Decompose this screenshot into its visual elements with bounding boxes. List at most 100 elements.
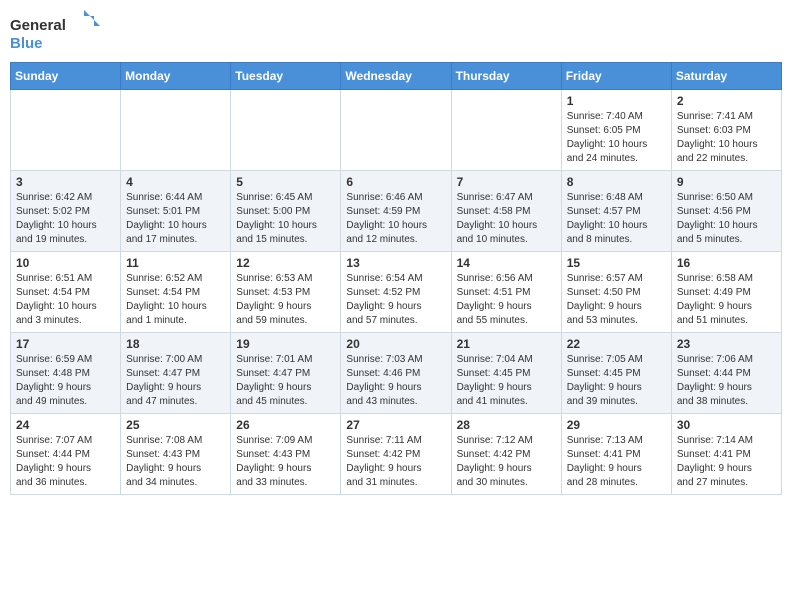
day-info: Sunrise: 7:11 AM Sunset: 4:42 PM Dayligh… — [346, 434, 445, 490]
calendar-week-row: 10 Sunrise: 6:51 AM Sunset: 4:54 PM Dayli… — [11, 252, 782, 333]
calendar-week-row: 3 Sunrise: 6:42 AM Sunset: 5:02 PM Daylig… — [11, 171, 782, 252]
day-info: Sunrise: 6:47 AM Sunset: 4:58 PM Dayligh… — [457, 191, 556, 247]
day-number: 13 — [346, 256, 445, 270]
svg-text:General: General — [10, 17, 66, 34]
day-info: Sunrise: 6:51 AM Sunset: 4:54 PM Dayligh… — [16, 272, 115, 328]
day-number: 3 — [16, 175, 115, 189]
day-info: Sunrise: 6:44 AM Sunset: 5:01 PM Dayligh… — [126, 191, 225, 247]
day-number: 18 — [126, 337, 225, 351]
day-number: 7 — [457, 175, 556, 189]
calendar-cell: 29 Sunrise: 7:13 AM Sunset: 4:41 PM Dayli… — [561, 414, 671, 495]
calendar-cell: 25 Sunrise: 7:08 AM Sunset: 4:43 PM Dayli… — [121, 414, 231, 495]
day-info: Sunrise: 7:03 AM Sunset: 4:46 PM Dayligh… — [346, 353, 445, 409]
day-info: Sunrise: 6:52 AM Sunset: 4:54 PM Dayligh… — [126, 272, 225, 328]
day-number: 24 — [16, 418, 115, 432]
calendar-cell: 8 Sunrise: 6:48 AM Sunset: 4:57 PM Daylig… — [561, 171, 671, 252]
calendar-cell: 16Sunrise: 6:58 AM Sunset: 4:49 PM Dayli… — [671, 252, 781, 333]
day-number: 29 — [567, 418, 666, 432]
calendar-day-header: Thursday — [451, 63, 561, 90]
day-info: Sunrise: 7:09 AM Sunset: 4:43 PM Dayligh… — [236, 434, 335, 490]
day-number: 1 — [567, 94, 666, 108]
calendar-week-row: 17 Sunrise: 6:59 AM Sunset: 4:48 PM Dayli… — [11, 333, 782, 414]
calendar-cell: 10 Sunrise: 6:51 AM Sunset: 4:54 PM Dayli… — [11, 252, 121, 333]
calendar-cell: 3 Sunrise: 6:42 AM Sunset: 5:02 PM Daylig… — [11, 171, 121, 252]
calendar-cell: 11Sunrise: 6:52 AM Sunset: 4:54 PM Dayli… — [121, 252, 231, 333]
calendar-day-header: Monday — [121, 63, 231, 90]
calendar-cell: 22Sunrise: 7:05 AM Sunset: 4:45 PM Dayli… — [561, 333, 671, 414]
calendar-day-header: Wednesday — [341, 63, 451, 90]
day-info: Sunrise: 6:59 AM Sunset: 4:48 PM Dayligh… — [16, 353, 115, 409]
day-number: 10 — [16, 256, 115, 270]
day-number: 12 — [236, 256, 335, 270]
calendar-cell: 24Sunrise: 7:07 AM Sunset: 4:44 PM Dayli… — [11, 414, 121, 495]
calendar-cell: 6Sunrise: 6:46 AM Sunset: 4:59 PM Daylig… — [341, 171, 451, 252]
calendar-cell: 4 Sunrise: 6:44 AM Sunset: 5:01 PM Daylig… — [121, 171, 231, 252]
day-number: 9 — [677, 175, 776, 189]
calendar-cell: 18 Sunrise: 7:00 AM Sunset: 4:47 PM Dayli… — [121, 333, 231, 414]
calendar-cell: 7 Sunrise: 6:47 AM Sunset: 4:58 PM Daylig… — [451, 171, 561, 252]
calendar-cell: 1 Sunrise: 7:40 AM Sunset: 6:05 PM Daylig… — [561, 90, 671, 171]
day-info: Sunrise: 6:48 AM Sunset: 4:57 PM Dayligh… — [567, 191, 666, 247]
day-number: 2 — [677, 94, 776, 108]
day-info: Sunrise: 6:53 AM Sunset: 4:53 PM Dayligh… — [236, 272, 335, 328]
day-number: 28 — [457, 418, 556, 432]
day-info: Sunrise: 7:40 AM Sunset: 6:05 PM Dayligh… — [567, 110, 666, 166]
calendar-day-header: Saturday — [671, 63, 781, 90]
calendar-day-header: Friday — [561, 63, 671, 90]
day-info: Sunrise: 7:01 AM Sunset: 4:47 PM Dayligh… — [236, 353, 335, 409]
day-info: Sunrise: 7:08 AM Sunset: 4:43 PM Dayligh… — [126, 434, 225, 490]
calendar-cell: 30 Sunrise: 7:14 AM Sunset: 4:41 PM Dayli… — [671, 414, 781, 495]
calendar-day-header: Tuesday — [231, 63, 341, 90]
day-number: 25 — [126, 418, 225, 432]
day-info: Sunrise: 7:13 AM Sunset: 4:41 PM Dayligh… — [567, 434, 666, 490]
day-info: Sunrise: 7:00 AM Sunset: 4:47 PM Dayligh… — [126, 353, 225, 409]
day-number: 30 — [677, 418, 776, 432]
calendar-cell: 19 Sunrise: 7:01 AM Sunset: 4:47 PM Dayli… — [231, 333, 341, 414]
calendar-cell — [121, 90, 231, 171]
day-info: Sunrise: 7:41 AM Sunset: 6:03 PM Dayligh… — [677, 110, 776, 166]
day-number: 14 — [457, 256, 556, 270]
calendar-cell — [11, 90, 121, 171]
day-number: 19 — [236, 337, 335, 351]
day-number: 4 — [126, 175, 225, 189]
day-number: 17 — [16, 337, 115, 351]
calendar-cell: 12 Sunrise: 6:53 AM Sunset: 4:53 PM Dayli… — [231, 252, 341, 333]
calendar-cell: 27Sunrise: 7:11 AM Sunset: 4:42 PM Dayli… — [341, 414, 451, 495]
day-info: Sunrise: 7:06 AM Sunset: 4:44 PM Dayligh… — [677, 353, 776, 409]
day-info: Sunrise: 7:04 AM Sunset: 4:45 PM Dayligh… — [457, 353, 556, 409]
calendar-cell: 26 Sunrise: 7:09 AM Sunset: 4:43 PM Dayli… — [231, 414, 341, 495]
day-info: Sunrise: 6:45 AM Sunset: 5:00 PM Dayligh… — [236, 191, 335, 247]
day-number: 5 — [236, 175, 335, 189]
day-info: Sunrise: 6:46 AM Sunset: 4:59 PM Dayligh… — [346, 191, 445, 247]
calendar-cell: 21Sunrise: 7:04 AM Sunset: 4:45 PM Dayli… — [451, 333, 561, 414]
calendar-cell — [231, 90, 341, 171]
day-number: 22 — [567, 337, 666, 351]
calendar-cell: 5 Sunrise: 6:45 AM Sunset: 5:00 PM Daylig… — [231, 171, 341, 252]
logo-svg: General Blue — [10, 10, 100, 54]
day-info: Sunrise: 6:57 AM Sunset: 4:50 PM Dayligh… — [567, 272, 666, 328]
calendar-header: SundayMondayTuesdayWednesdayThursdayFrid… — [11, 63, 782, 90]
calendar-cell — [341, 90, 451, 171]
calendar-cell: 13Sunrise: 6:54 AM Sunset: 4:52 PM Dayli… — [341, 252, 451, 333]
calendar-cell: 28 Sunrise: 7:12 AM Sunset: 4:42 PM Dayli… — [451, 414, 561, 495]
calendar-day-header: Sunday — [11, 63, 121, 90]
calendar-cell: 15 Sunrise: 6:57 AM Sunset: 4:50 PM Dayli… — [561, 252, 671, 333]
logo: General Blue — [10, 10, 100, 54]
day-number: 23 — [677, 337, 776, 351]
svg-text:Blue: Blue — [10, 35, 43, 52]
day-number: 15 — [567, 256, 666, 270]
day-number: 8 — [567, 175, 666, 189]
calendar-cell: 17 Sunrise: 6:59 AM Sunset: 4:48 PM Dayli… — [11, 333, 121, 414]
day-info: Sunrise: 6:42 AM Sunset: 5:02 PM Dayligh… — [16, 191, 115, 247]
day-info: Sunrise: 6:58 AM Sunset: 4:49 PM Dayligh… — [677, 272, 776, 328]
page-header: General Blue — [10, 10, 782, 54]
calendar-week-row: 1 Sunrise: 7:40 AM Sunset: 6:05 PM Daylig… — [11, 90, 782, 171]
day-info: Sunrise: 7:14 AM Sunset: 4:41 PM Dayligh… — [677, 434, 776, 490]
day-info: Sunrise: 6:50 AM Sunset: 4:56 PM Dayligh… — [677, 191, 776, 247]
day-number: 20 — [346, 337, 445, 351]
calendar-week-row: 24Sunrise: 7:07 AM Sunset: 4:44 PM Dayli… — [11, 414, 782, 495]
day-info: Sunrise: 7:12 AM Sunset: 4:42 PM Dayligh… — [457, 434, 556, 490]
calendar-cell: 20 Sunrise: 7:03 AM Sunset: 4:46 PM Dayli… — [341, 333, 451, 414]
calendar-cell: 14Sunrise: 6:56 AM Sunset: 4:51 PM Dayli… — [451, 252, 561, 333]
day-number: 26 — [236, 418, 335, 432]
